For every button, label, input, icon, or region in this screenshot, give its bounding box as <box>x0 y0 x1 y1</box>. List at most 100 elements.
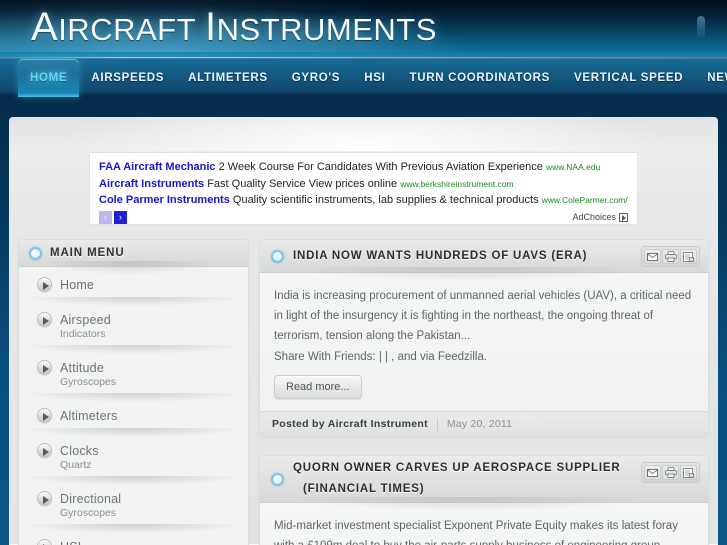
ad-description: Quality scientific instruments, lab supp… <box>232 194 539 206</box>
share-line: Share With Friends: | | , and via Feedzi… <box>274 351 488 363</box>
nav-item-altimeters[interactable]: ALTIMETERS <box>176 59 280 97</box>
nav-item-gyros[interactable]: GYRO'S <box>280 59 352 97</box>
ad-footer: ‹ › AdChoices <box>99 210 628 224</box>
ad-next-arrow-icon[interactable]: › <box>114 210 127 224</box>
footer-tail-decoration <box>520 414 539 434</box>
header-pill-decoration <box>697 16 705 38</box>
article-title[interactable]: QUORN OWNER CARVES UP AEROSPACE SUPPLIER… <box>293 461 632 497</box>
ad-row[interactable]: FAA Aircraft Mechanic 2 Week Course For … <box>99 159 628 176</box>
post-date: May 20, 2011 <box>446 418 513 430</box>
sidebar-item-attitude[interactable]: Attitude Gyroscopes <box>19 360 248 388</box>
posted-by-label: Posted by Aircraft Instrument <box>272 418 428 430</box>
ad-title-link[interactable]: Aircraft Instruments <box>99 178 204 190</box>
play-arrow-icon <box>37 360 52 375</box>
ad-row[interactable]: Aircraft Instruments Fast Quality Servic… <box>99 176 628 193</box>
site-title-cap-a: A <box>31 5 59 49</box>
article-title-text: INDIA NOW WANTS HUNDREDS OF UAVS (ERA) <box>293 249 588 262</box>
menu-divider <box>23 476 244 485</box>
ad-url: www.NAA.edu <box>545 162 601 172</box>
main-menu-panel: MAIN MENU Home Airspeed Indicators Attit… <box>18 239 249 545</box>
adchoices-link[interactable]: AdChoices <box>572 212 628 222</box>
adchoices-label: AdChoices <box>572 212 616 222</box>
nav-item-airspeeds[interactable]: AIRSPEEDS <box>79 59 176 97</box>
play-arrow-icon <box>37 491 52 506</box>
article-tools <box>641 462 700 483</box>
article-tools <box>641 246 700 267</box>
site-title-word-instruments: NSTRUMENTS <box>216 12 437 47</box>
ad-row[interactable]: Cole Parmer Instruments Quality scientif… <box>99 192 628 209</box>
sidebar-item-label: Altimeters <box>60 408 118 423</box>
main-menu-title: MAIN MENU <box>50 247 125 259</box>
page-columns: MAIN MENU Home Airspeed Indicators Attit… <box>9 239 718 545</box>
article-body: Mid-market investment specialist Exponen… <box>260 503 708 545</box>
ring-icon <box>271 472 284 486</box>
main-menu-list: Home Airspeed Indicators Attitude Gyrosc… <box>19 267 248 545</box>
article-text: Mid-market investment specialist Exponen… <box>274 520 678 545</box>
read-more-button[interactable]: Read more... <box>274 375 362 399</box>
sidebar-item-label: Attitude <box>60 360 104 375</box>
ad-url: www.ColeParmer.com/Lab-Su... <box>541 195 628 205</box>
article-card: QUORN OWNER CARVES UP AEROSPACE SUPPLIER… <box>259 455 709 545</box>
main-navigation: HOME AIRSPEEDS ALTIMETERS GYRO'S HSI TUR… <box>0 58 727 97</box>
site-title-cap-i: I <box>205 5 217 49</box>
article-title-text: QUORN OWNER CARVES UP AEROSPACE SUPPLIER <box>293 462 621 474</box>
print-icon[interactable] <box>662 249 679 264</box>
article-title[interactable]: INDIA NOW WANTS HUNDREDS OF UAVS (ERA) <box>293 249 632 264</box>
site-title: AIRCRAFT INSTRUMENTS <box>31 5 437 50</box>
article-body: India is increasing procurement of unman… <box>260 273 708 411</box>
sidebar-item-airspeed[interactable]: Airspeed Indicators <box>19 312 248 340</box>
pdf-icon[interactable] <box>680 249 697 264</box>
menu-divider <box>23 428 244 437</box>
play-arrow-icon <box>37 312 52 327</box>
ring-icon <box>271 249 284 263</box>
sidebar-item-clocks[interactable]: Clocks Quartz <box>19 443 248 471</box>
sidebar-item-sublabel: Indicators <box>60 328 106 340</box>
article-title-subline: (FINANCIAL TIMES) <box>303 483 425 495</box>
nav-item-hsi[interactable]: HSI <box>352 59 397 97</box>
play-arrow-icon <box>37 539 52 545</box>
content-gloss-decoration <box>53 117 674 151</box>
sidebar-item-hsi[interactable]: HSI systems <box>19 539 248 545</box>
menu-divider <box>23 297 244 306</box>
sidebar-item-sublabel: Quartz <box>60 459 92 471</box>
advertisement-block: FAA Aircraft Mechanic 2 Week Course For … <box>89 152 638 225</box>
sidebar-item-home[interactable]: Home <box>19 277 248 292</box>
ad-title-link[interactable]: Cole Parmer Instruments <box>99 194 230 206</box>
ad-prev-arrow-icon[interactable]: ‹ <box>99 210 112 224</box>
sidebar-item-directional[interactable]: Directional Gyroscopes <box>19 491 248 519</box>
play-arrow-icon <box>37 443 52 458</box>
pdf-icon[interactable] <box>680 465 697 480</box>
site-header: AIRCRAFT INSTRUMENTS <box>0 0 727 58</box>
nav-item-vertical-speed[interactable]: VERTICAL SPEED <box>562 59 695 97</box>
ad-description: 2 Week Course For Candidates With Previo… <box>218 161 543 173</box>
nav-item-home[interactable]: HOME <box>18 59 80 97</box>
main-content: INDIA NOW WANTS HUNDREDS OF UAVS (ERA) I… <box>259 239 709 545</box>
sidebar-item-label: HSI <box>60 540 81 545</box>
ad-url: www.berkshireinstrument.com <box>400 178 514 189</box>
site-title-word-aircraft: IRCRAFT <box>58 12 197 47</box>
article-footer: Posted by Aircraft Instrument May 20, 20… <box>260 411 708 436</box>
menu-divider <box>23 393 244 402</box>
article-text: India is increasing procurement of unman… <box>274 290 692 342</box>
content-wrapper: FAA Aircraft Mechanic 2 Week Course For … <box>9 117 718 545</box>
sidebar: MAIN MENU Home Airspeed Indicators Attit… <box>18 239 249 545</box>
article-card: INDIA NOW WANTS HUNDREDS OF UAVS (ERA) I… <box>259 239 709 437</box>
adchoices-triangle-icon <box>619 212 628 222</box>
sidebar-item-label: Directional <box>60 491 122 506</box>
nav-item-turn-coordinators[interactable]: TURN COORDINATORS <box>397 59 562 97</box>
print-icon[interactable] <box>662 465 679 480</box>
play-arrow-icon <box>37 408 52 423</box>
main-menu-header: MAIN MENU <box>19 240 248 275</box>
ad-title-link[interactable]: FAA Aircraft Mechanic <box>99 161 216 173</box>
sidebar-item-altimeters[interactable]: Altimeters <box>19 408 248 423</box>
nav-item-news[interactable]: NEWS <box>695 59 727 97</box>
footer-divider <box>436 417 438 431</box>
ad-description: Fast Quality Service View prices online <box>207 177 398 190</box>
ring-icon <box>29 246 42 260</box>
article-header: QUORN OWNER CARVES UP AEROSPACE SUPPLIER… <box>260 456 708 511</box>
sidebar-item-sublabel: Gyroscopes <box>60 507 117 519</box>
sidebar-item-label: Clocks <box>60 443 99 458</box>
email-icon[interactable] <box>644 249 661 264</box>
article-header: INDIA NOW WANTS HUNDREDS OF UAVS (ERA) <box>260 240 708 281</box>
email-icon[interactable] <box>644 465 661 480</box>
